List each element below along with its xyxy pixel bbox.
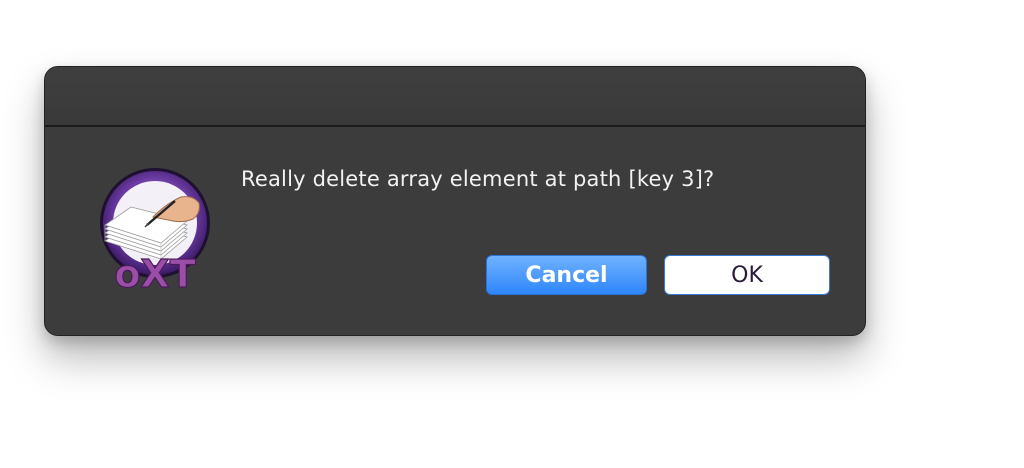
cancel-button[interactable]: Cancel <box>486 255 647 295</box>
alert-dialog: oXT Really delete array element at path … <box>44 66 866 336</box>
oxt-app-icon: oXT <box>100 168 210 295</box>
dialog-titlebar <box>45 67 865 127</box>
svg-text:oXT: oXT <box>114 252 195 295</box>
dialog-message: Really delete array element at path [key… <box>241 167 715 191</box>
ok-button[interactable]: OK <box>664 255 830 295</box>
